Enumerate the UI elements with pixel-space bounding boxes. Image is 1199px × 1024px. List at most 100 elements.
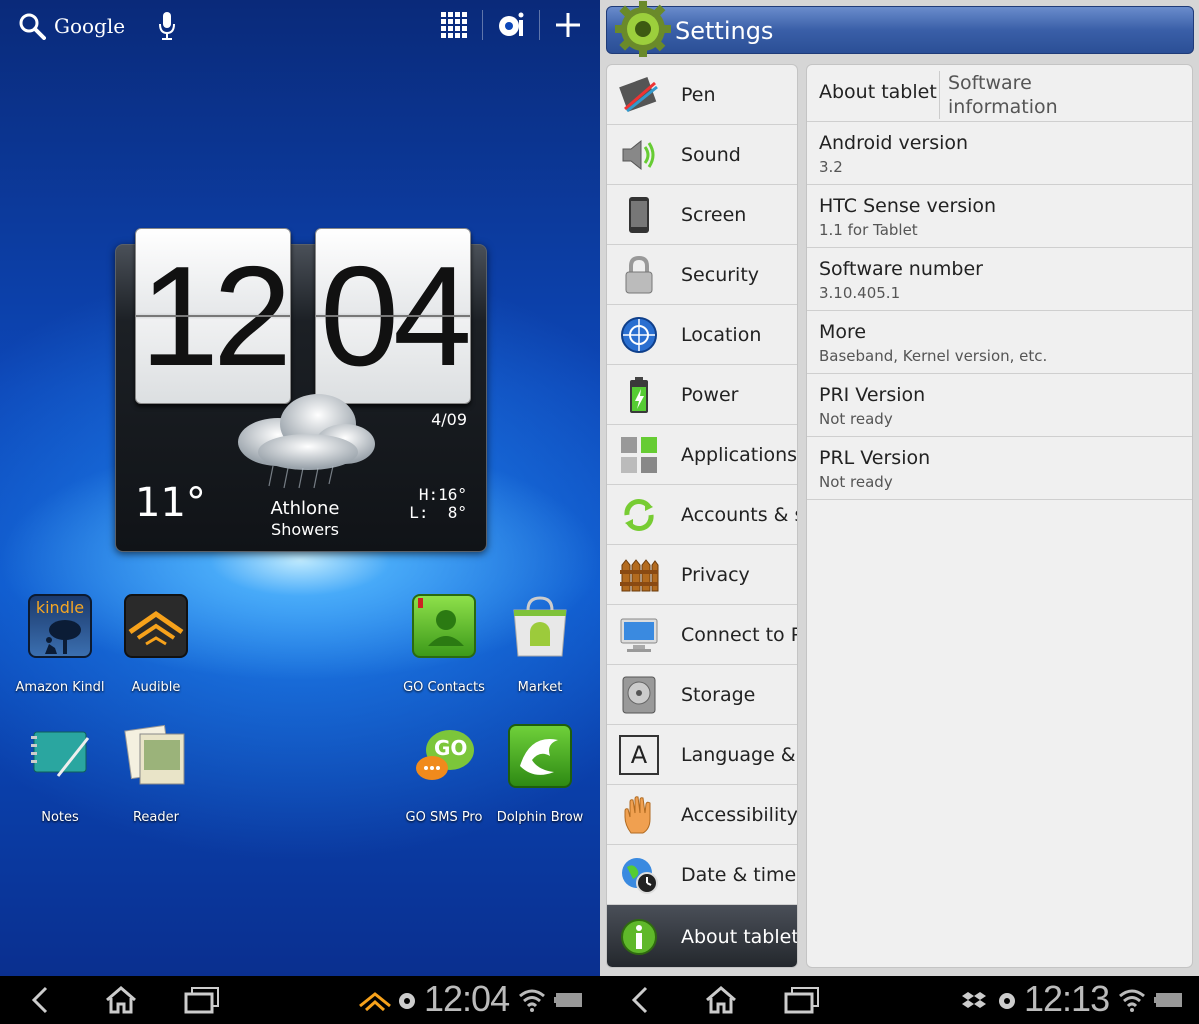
- about-header-section: Software information: [939, 71, 1058, 119]
- recent-apps-icon[interactable]: [184, 986, 220, 1014]
- phone-screen-icon: [629, 196, 649, 233]
- notes-icon: [28, 724, 92, 788]
- weather-temperature: 11°: [135, 480, 206, 526]
- category-location[interactable]: Location: [607, 305, 797, 365]
- audible-notification-icon[interactable]: [358, 990, 392, 1012]
- kindle-icon: kindle: [28, 594, 92, 658]
- app-amazon-kindle[interactable]: kindle Amazon Kindl: [10, 594, 110, 695]
- settings-category-list: Pen Sound Screen Security Location Power…: [606, 64, 798, 968]
- skype-icon[interactable]: [398, 992, 416, 1010]
- category-power[interactable]: Power: [607, 365, 797, 425]
- clock-weather-widget[interactable]: 12 04 4/09 11° Athlone Showers H:16° L: …: [115, 228, 487, 552]
- google-search-bar[interactable]: Google: [18, 12, 125, 40]
- info-icon: [621, 918, 657, 955]
- settings-title-bar: Settings: [606, 1, 1194, 57]
- app-label: GO Contacts: [403, 680, 485, 695]
- category-privacy[interactable]: Privacy: [607, 545, 797, 605]
- category-applications[interactable]: Applications: [607, 425, 797, 485]
- back-icon[interactable]: [28, 986, 54, 1014]
- recent-apps-icon[interactable]: [784, 986, 820, 1014]
- back-icon[interactable]: [628, 986, 654, 1014]
- battery-status-icon: [554, 993, 582, 1007]
- sync-icon: [624, 498, 654, 531]
- wifi-icon: [1119, 989, 1145, 1012]
- storage-disk-icon: [622, 676, 656, 713]
- weather-condition: Showers: [271, 520, 339, 539]
- pri-version-row: PRI Version Not ready: [807, 374, 1192, 437]
- location-globe-icon: [621, 316, 657, 353]
- category-language-input[interactable]: A Language & in: [607, 725, 797, 785]
- app-market[interactable]: Market: [490, 594, 590, 695]
- app-go-sms-pro[interactable]: GO GO SMS Pro: [394, 724, 494, 825]
- dolphin-icon: [508, 724, 572, 788]
- monitor-icon: [620, 618, 658, 652]
- category-storage[interactable]: Storage: [607, 665, 797, 725]
- category-accessibility[interactable]: Accessibility: [607, 785, 797, 845]
- apps-grid-icon[interactable]: [440, 11, 468, 39]
- prl-version-row: PRL Version Not ready: [807, 437, 1192, 500]
- add-icon[interactable]: [554, 11, 582, 39]
- app-label: GO SMS Pro: [405, 810, 483, 825]
- more-row[interactable]: More Baseband, Kernel version, etc.: [807, 311, 1192, 374]
- home-screen: Google 12 04 4/09 11° Athlone Showers H:…: [0, 0, 600, 976]
- htc-sense-version-row: HTC Sense version 1.1 for Tablet: [807, 185, 1192, 248]
- about-tablet-panel: About tablet Software information Androi…: [806, 64, 1193, 968]
- wifi-icon: [519, 989, 545, 1012]
- category-connect-to-pc[interactable]: Connect to PC: [607, 605, 797, 665]
- category-pen[interactable]: Pen: [607, 65, 797, 125]
- app-notes[interactable]: Notes: [10, 724, 110, 825]
- category-about-tablet[interactable]: About tablet: [607, 905, 797, 967]
- lock-icon: [625, 255, 653, 293]
- app-go-contacts[interactable]: GO Contacts: [394, 594, 494, 695]
- audible-icon: [124, 594, 188, 658]
- category-accounts-sync[interactable]: Accounts & sy: [607, 485, 797, 545]
- home-icon[interactable]: [704, 986, 738, 1014]
- about-header: About tablet Software information: [807, 65, 1192, 122]
- settings-screen: Settings Pen Sound Screen Security Locat…: [600, 0, 1199, 976]
- settings-title: Settings: [675, 17, 774, 45]
- fence-icon: [620, 558, 659, 591]
- category-screen[interactable]: Screen: [607, 185, 797, 245]
- app-label: Audible: [131, 680, 181, 695]
- battery-icon: [630, 376, 648, 413]
- app-label: Market: [517, 680, 563, 695]
- category-sound[interactable]: Sound: [607, 125, 797, 185]
- app-label: Amazon Kindl: [15, 680, 105, 695]
- reader-tree-icon: [45, 620, 81, 654]
- language-letter-icon: A: [619, 734, 659, 775]
- app-label: Notes: [41, 810, 79, 825]
- google-label: Google: [54, 14, 126, 38]
- applications-grid-icon: [621, 436, 657, 473]
- weather-high-low: H:16° L: 8°: [409, 486, 467, 522]
- app-dolphin-browser[interactable]: Dolphin Brow: [490, 724, 590, 825]
- home-top-actions: [440, 10, 582, 40]
- globe-clock-icon: [622, 857, 658, 894]
- software-number-row: Software number 3.10.405.1: [807, 248, 1192, 311]
- search-icon: [19, 13, 46, 40]
- category-date-time[interactable]: Date & time: [607, 845, 797, 905]
- rain-cloud-icon: [238, 394, 375, 489]
- status-clock: 12:04: [424, 978, 510, 1019]
- app-reader[interactable]: Reader: [106, 724, 206, 825]
- system-bar-left: 12:04: [0, 976, 600, 1024]
- dropbox-icon[interactable]: [962, 990, 986, 1012]
- clock-minute: 04: [315, 228, 472, 404]
- category-security[interactable]: Security: [607, 245, 797, 305]
- app-label: Dolphin Brow: [496, 810, 584, 825]
- voice-search-button[interactable]: [158, 10, 176, 46]
- weather-low: L: 8°: [409, 503, 467, 522]
- clock-hour: 12: [135, 228, 292, 404]
- status-clock: 12:13: [1024, 978, 1110, 1019]
- settings-gear-icon: [615, 1, 671, 57]
- app-label: Reader: [132, 810, 179, 825]
- about-header-title: About tablet: [819, 81, 937, 103]
- sms-bubble-icon: GO: [412, 724, 476, 788]
- app-audible[interactable]: Audible: [106, 594, 206, 695]
- home-icon[interactable]: [104, 986, 138, 1014]
- personalize-icon[interactable]: [497, 11, 525, 39]
- speaker-icon: [622, 139, 655, 170]
- clock-date: 4/09: [431, 410, 467, 429]
- pen-icon: [619, 76, 658, 112]
- skype-icon[interactable]: [998, 992, 1016, 1010]
- microphone-icon: [159, 12, 175, 40]
